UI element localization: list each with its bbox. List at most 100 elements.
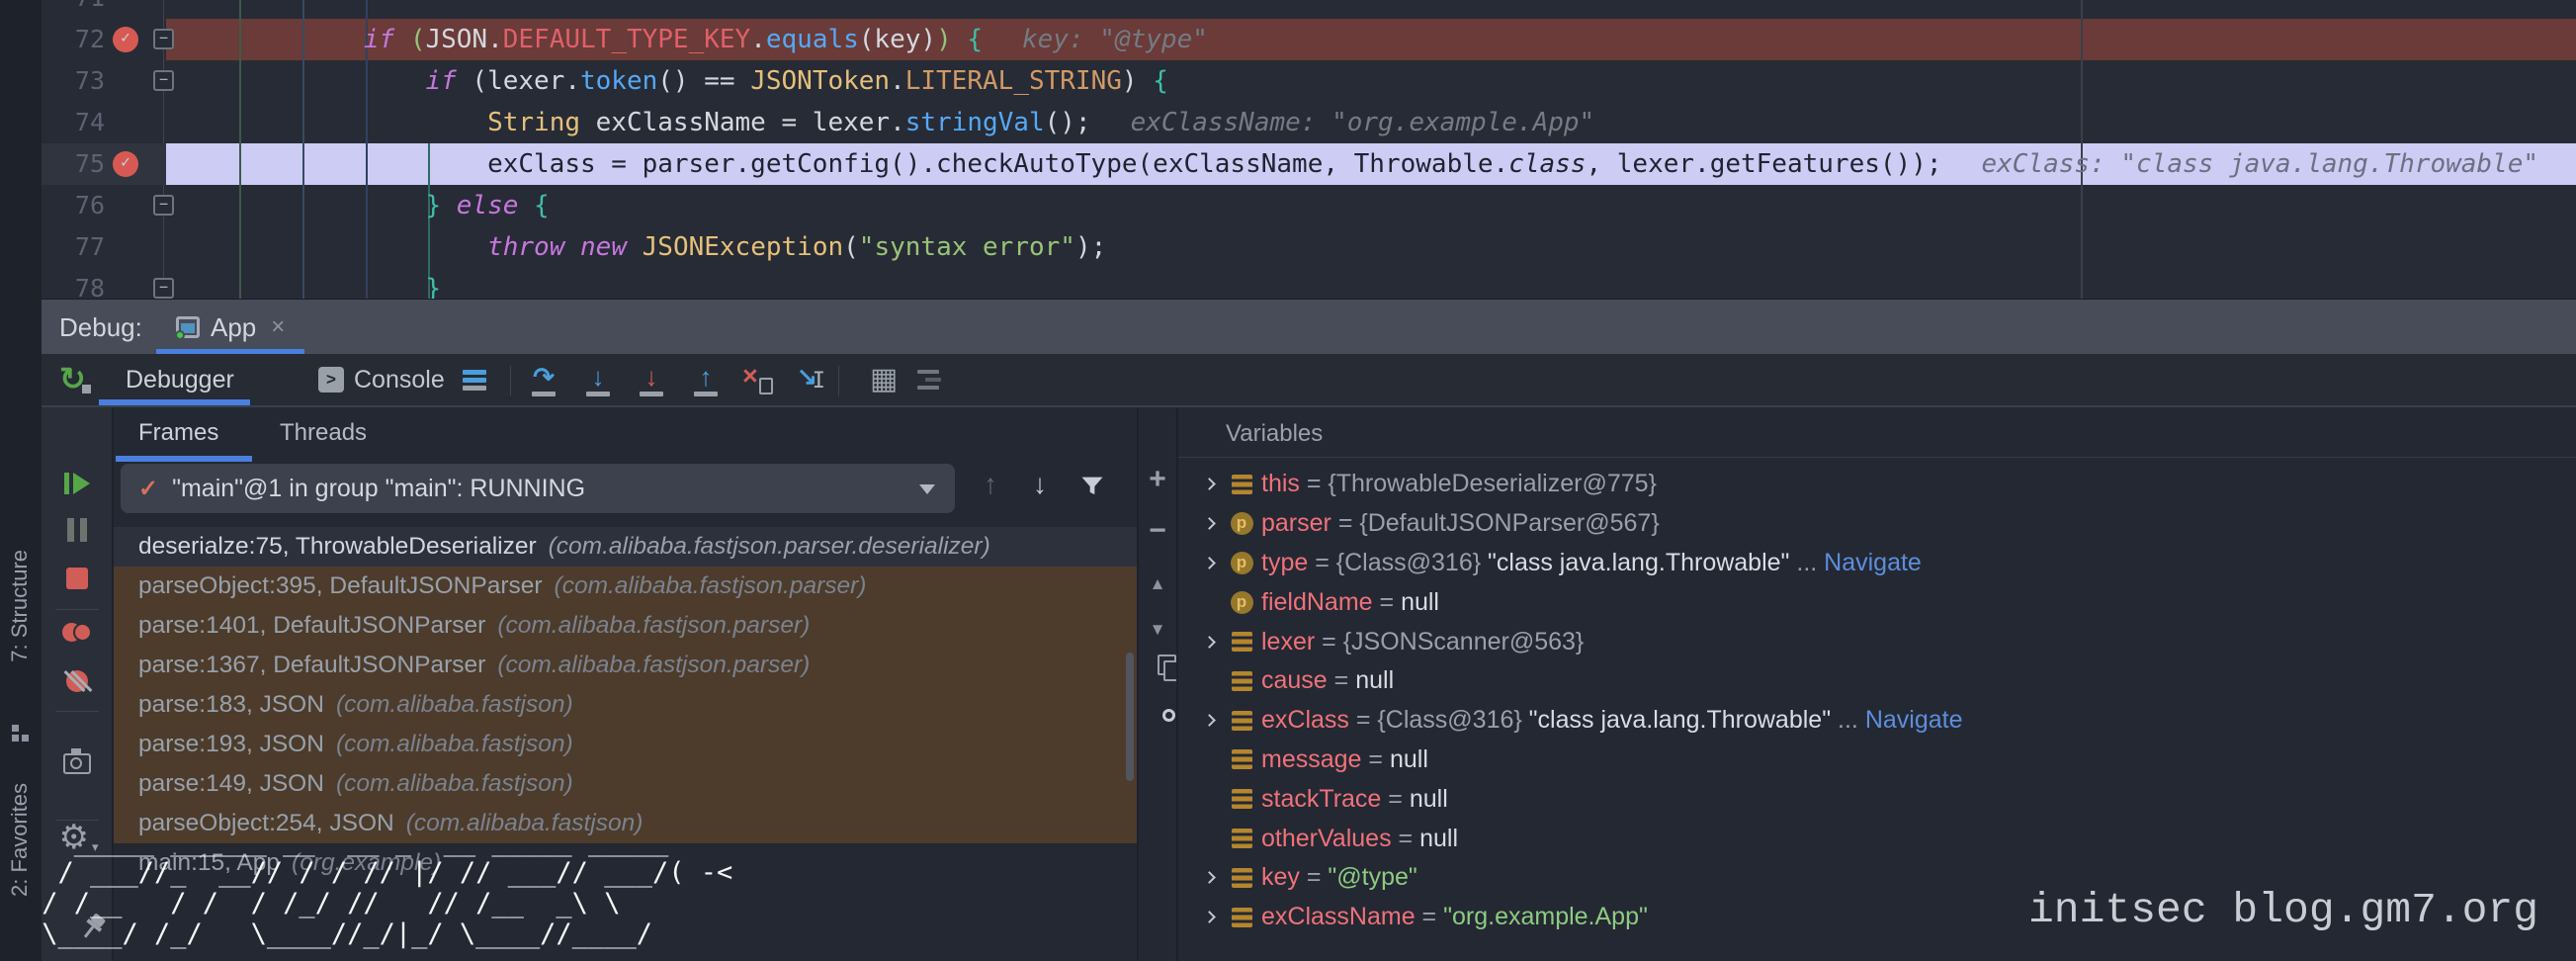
frames-scrollbar[interactable] <box>1126 653 1134 781</box>
debugger-settings-button[interactable]: ⚙▾ <box>59 820 95 855</box>
expand-chevron-icon[interactable] <box>1194 913 1224 921</box>
variable-value: ... <box>1831 706 1865 735</box>
layout-settings-button[interactable] <box>917 354 941 405</box>
expand-chevron-icon[interactable] <box>1194 638 1224 647</box>
frame-package: (com.alibaba.fastjson) <box>336 691 573 718</box>
variable-row[interactable]: otherValues = null <box>1178 819 2576 858</box>
fold-marker-icon[interactable]: − <box>153 29 174 49</box>
variable-name: this <box>1261 470 1300 498</box>
code-editor[interactable]: 7172✓− if (JSON.DEFAULT_TYPE_KEY.equals(… <box>42 0 2576 299</box>
chevron-down-icon <box>919 484 935 494</box>
remove-watch-button[interactable]: − <box>1149 516 1166 546</box>
force-step-into-icon: ↓ <box>635 362 668 397</box>
drop-frame-button[interactable]: × <box>741 354 775 405</box>
mute-breakpoints-button[interactable] <box>64 668 90 694</box>
code-line-73[interactable]: 73− if (lexer.token() == JSONToken.LITER… <box>42 60 2576 102</box>
prev-frame-button[interactable]: ↑ <box>984 469 997 500</box>
inline-debugger-hint: exClassName: "org.example.App" <box>1131 108 1595 137</box>
tab-threads[interactable]: Threads <box>280 419 367 447</box>
toolwindow-favorites[interactable]: 2: Favorites <box>7 783 37 897</box>
thread-selector[interactable]: ✓ "main"@1 in group "main": RUNNING <box>121 464 955 513</box>
code-text: } else { <box>178 185 550 226</box>
field-icon <box>1232 749 1252 769</box>
resume-button[interactable] <box>64 473 90 494</box>
pin-tab-button[interactable] <box>70 907 112 948</box>
resume-icon <box>73 473 90 494</box>
move-up-button[interactable]: ▲ <box>1150 569 1166 599</box>
watches-actions-strip: + − ▲ ▼ <box>1137 407 1176 961</box>
variable-row[interactable]: exClassName = "org.example.App" <box>1178 898 2576 937</box>
frame-row[interactable]: parseObject:395, DefaultJSONParser(com.a… <box>114 567 1137 606</box>
expand-chevron-icon[interactable] <box>1194 716 1224 725</box>
expand-chevron-icon[interactable] <box>1194 559 1224 568</box>
add-watch-button[interactable]: + <box>1149 465 1166 494</box>
code-line-76[interactable]: 76− } else { <box>42 185 2576 226</box>
next-frame-button[interactable]: ↓ <box>1033 469 1047 500</box>
view-options-button[interactable] <box>463 354 486 405</box>
calculator-icon: ▦ <box>870 363 898 396</box>
step-into-button[interactable]: ↓ <box>581 354 615 405</box>
expand-chevron-icon[interactable] <box>1194 480 1224 488</box>
variable-row[interactable]: cause = null <box>1178 661 2576 701</box>
variable-row[interactable]: pfieldName = null <box>1178 582 2576 622</box>
hide-frames-filter-button[interactable] <box>1078 473 1106 505</box>
frame-row[interactable]: parse:149, JSON(com.alibaba.fastjson) <box>114 764 1137 804</box>
variable-name: key <box>1261 863 1300 892</box>
force-step-into-button[interactable]: ↓ <box>635 354 668 405</box>
frame-row[interactable]: parse:193, JSON(com.alibaba.fastjson) <box>114 725 1137 764</box>
rerun-button[interactable]: ↻ <box>59 354 93 405</box>
frame-row[interactable]: deserialze:75, ThrowableDeserializer(com… <box>114 527 1137 567</box>
variable-row[interactable]: message = null <box>1178 741 2576 780</box>
code-line-75[interactable]: 75✓ exClass = parser.getConfig().checkAu… <box>42 143 2576 185</box>
variable-row[interactable]: lexer = {JSONScanner@563} <box>1178 622 2576 661</box>
variable-row[interactable]: pparser = {DefaultJSONParser@567} <box>1178 504 2576 544</box>
navigate-link[interactable]: Navigate <box>1824 549 1922 577</box>
pause-button[interactable] <box>64 518 90 547</box>
variable-row[interactable]: this = {ThrowableDeserializer@775} <box>1178 465 2576 504</box>
move-down-button[interactable]: ▼ <box>1150 615 1166 645</box>
variable-row[interactable]: ptype = {Class@316} "class java.lang.Thr… <box>1178 544 2576 583</box>
debug-toolbar: ↻ Debugger > Console ↷ ↓ ↓ ↑ × ↘I ▦ <box>42 354 2576 407</box>
fold-marker-icon[interactable]: − <box>153 278 174 299</box>
run-to-cursor-button[interactable]: ↘I <box>795 354 828 405</box>
fold-marker-icon[interactable]: − <box>153 70 174 91</box>
variable-value: null <box>1355 666 1394 695</box>
breakpoint-icon[interactable]: ✓ <box>113 151 138 177</box>
code-line-78[interactable]: 78− } <box>42 268 2576 299</box>
stop-button[interactable] <box>66 568 88 589</box>
navigate-link[interactable]: Navigate <box>1865 706 1963 735</box>
equals-sign: = <box>1392 825 1420 853</box>
tab-console-label: Console <box>354 366 445 394</box>
hamburger-icon <box>463 367 486 393</box>
expand-chevron-icon[interactable] <box>1194 873 1224 882</box>
thread-dump-button[interactable] <box>63 753 91 774</box>
frame-row[interactable]: parse:183, JSON(com.alibaba.fastjson) <box>114 685 1137 725</box>
frame-row[interactable]: parse:1401, DefaultJSONParser(com.alibab… <box>114 606 1137 646</box>
thread-status-icon: ✓ <box>138 475 158 503</box>
variable-value: {ThrowableDeserializer@775} <box>1328 470 1657 498</box>
code-line-77[interactable]: 77 throw new JSONException("syntax error… <box>42 226 2576 268</box>
view-breakpoints-button[interactable] <box>62 623 92 647</box>
step-out-button[interactable]: ↑ <box>689 354 723 405</box>
strip-separator <box>55 609 99 610</box>
variable-row[interactable]: stackTrace = null <box>1178 779 2576 819</box>
tab-console[interactable]: > Console <box>318 354 445 405</box>
close-icon[interactable]: × <box>271 313 285 341</box>
expand-chevron-icon[interactable] <box>1194 519 1224 528</box>
code-line-72[interactable]: 72✓− if (JSON.DEFAULT_TYPE_KEY.equals(ke… <box>42 19 2576 60</box>
code-line-74[interactable]: 74 String exClassName = lexer.stringVal(… <box>42 102 2576 143</box>
tab-frames[interactable]: Frames <box>138 419 218 447</box>
breakpoint-icon[interactable]: ✓ <box>113 27 138 52</box>
evaluate-expression-button[interactable]: ▦ <box>870 354 898 405</box>
frame-row[interactable]: parseObject:254, JSON(com.alibaba.fastjs… <box>114 804 1137 843</box>
tab-debugger[interactable]: Debugger <box>126 354 234 405</box>
code-line-71[interactable]: 71 <box>42 0 2576 19</box>
fold-marker-icon[interactable]: − <box>153 195 174 216</box>
frame-row[interactable]: parse:1367, DefaultJSONParser(com.alibab… <box>114 646 1137 685</box>
debug-session-tab[interactable]: App × <box>156 300 304 355</box>
toolwindow-structure[interactable]: 7: Structure <box>7 550 37 662</box>
step-over-button[interactable]: ↷ <box>527 354 560 405</box>
variable-row[interactable]: exClass = {Class@316} "class java.lang.T… <box>1178 701 2576 741</box>
variable-row[interactable]: key = "@type" <box>1178 858 2576 898</box>
frame-row[interactable]: main:15, App(org.example) <box>114 843 1137 883</box>
